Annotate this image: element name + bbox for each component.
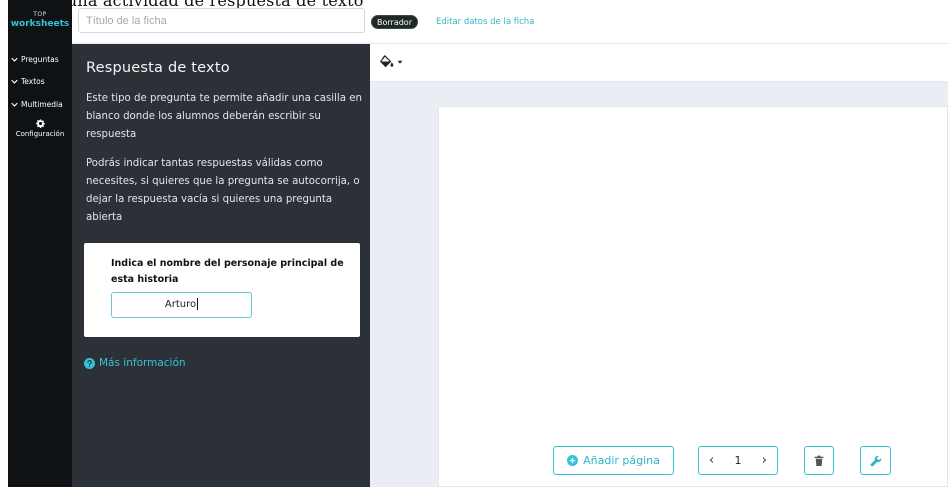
panel-title: Respuesta de texto: [86, 60, 230, 76]
page-navigator: ‹ 1 ›: [698, 446, 778, 475]
paint-bucket-icon: [380, 55, 394, 68]
sidebar-item-textos[interactable]: Textos: [11, 77, 45, 86]
sidebar-item-label: Preguntas: [21, 55, 59, 64]
delete-page-button[interactable]: [804, 446, 834, 475]
sidebar-item-label: Multimedia: [21, 100, 63, 109]
current-page-number: 1: [734, 454, 742, 467]
trash-icon: [814, 455, 824, 466]
sidebar-item-configuracion[interactable]: Configuración: [8, 119, 72, 138]
logo-top-text: TOP: [33, 11, 47, 18]
gear-icon: [35, 119, 45, 128]
sidebar-item-label: Textos: [21, 77, 45, 86]
status-badge: Borrador: [371, 15, 418, 29]
example-answer-field: Arturo: [111, 292, 252, 318]
add-page-label: Añadir página: [583, 454, 660, 467]
chevron-right-icon[interactable]: ›: [762, 453, 767, 468]
caret-down-icon: [397, 60, 403, 64]
panel-description: Este tipo de pregunta te permite añadir …: [86, 93, 362, 140]
more-info-label: Más información: [99, 357, 186, 369]
plus-circle-icon: [567, 455, 579, 466]
editor-toolbar: [370, 44, 948, 82]
logo-bottom-text: worksheets: [10, 19, 70, 29]
panel-description-secondary: Podrás indicar tantas respuestas válidas…: [86, 158, 360, 223]
top-strip: Crear una actividad de respuesta de text…: [0, 0, 948, 8]
chevron-left-icon[interactable]: ‹: [709, 453, 714, 468]
help-circle-icon: [84, 357, 95, 369]
example-card: Indica el nombre del personaje principal…: [84, 243, 360, 337]
example-question: Indica el nombre del personaje principal…: [111, 258, 344, 285]
text-caret: [197, 298, 199, 310]
sidebar-item-label: Configuración: [15, 130, 65, 138]
sidebar-item-multimedia[interactable]: Multimedia: [11, 100, 63, 109]
chevron-down-icon: [11, 102, 18, 107]
editor-canvas: Añadir página ‹ 1 ›: [370, 82, 948, 487]
edit-sheet-data-link[interactable]: Editar datos de la ficha: [436, 17, 534, 27]
page-settings-button[interactable]: [860, 446, 891, 475]
background-color-button[interactable]: [380, 55, 403, 68]
sheet-title-input[interactable]: [78, 8, 365, 33]
add-page-button[interactable]: Añadir página: [553, 446, 674, 475]
sidebar-item-preguntas[interactable]: Preguntas: [11, 55, 59, 64]
wrench-icon: [870, 455, 881, 466]
more-info-link[interactable]: Más información: [84, 357, 186, 369]
header-bar: Borrador Editar datos de la ficha: [72, 8, 948, 44]
chevron-down-icon: [11, 57, 18, 62]
left-sidebar: TOP worksheets Preguntas Textos Multimed…: [8, 0, 72, 487]
example-answer-text: Arturo: [164, 299, 197, 310]
info-panel: Respuesta de texto Este tipo de pregunta…: [72, 44, 370, 487]
app-logo[interactable]: TOP worksheets: [8, 8, 72, 34]
worksheet-page[interactable]: [438, 106, 948, 487]
chevron-down-icon: [11, 79, 18, 84]
